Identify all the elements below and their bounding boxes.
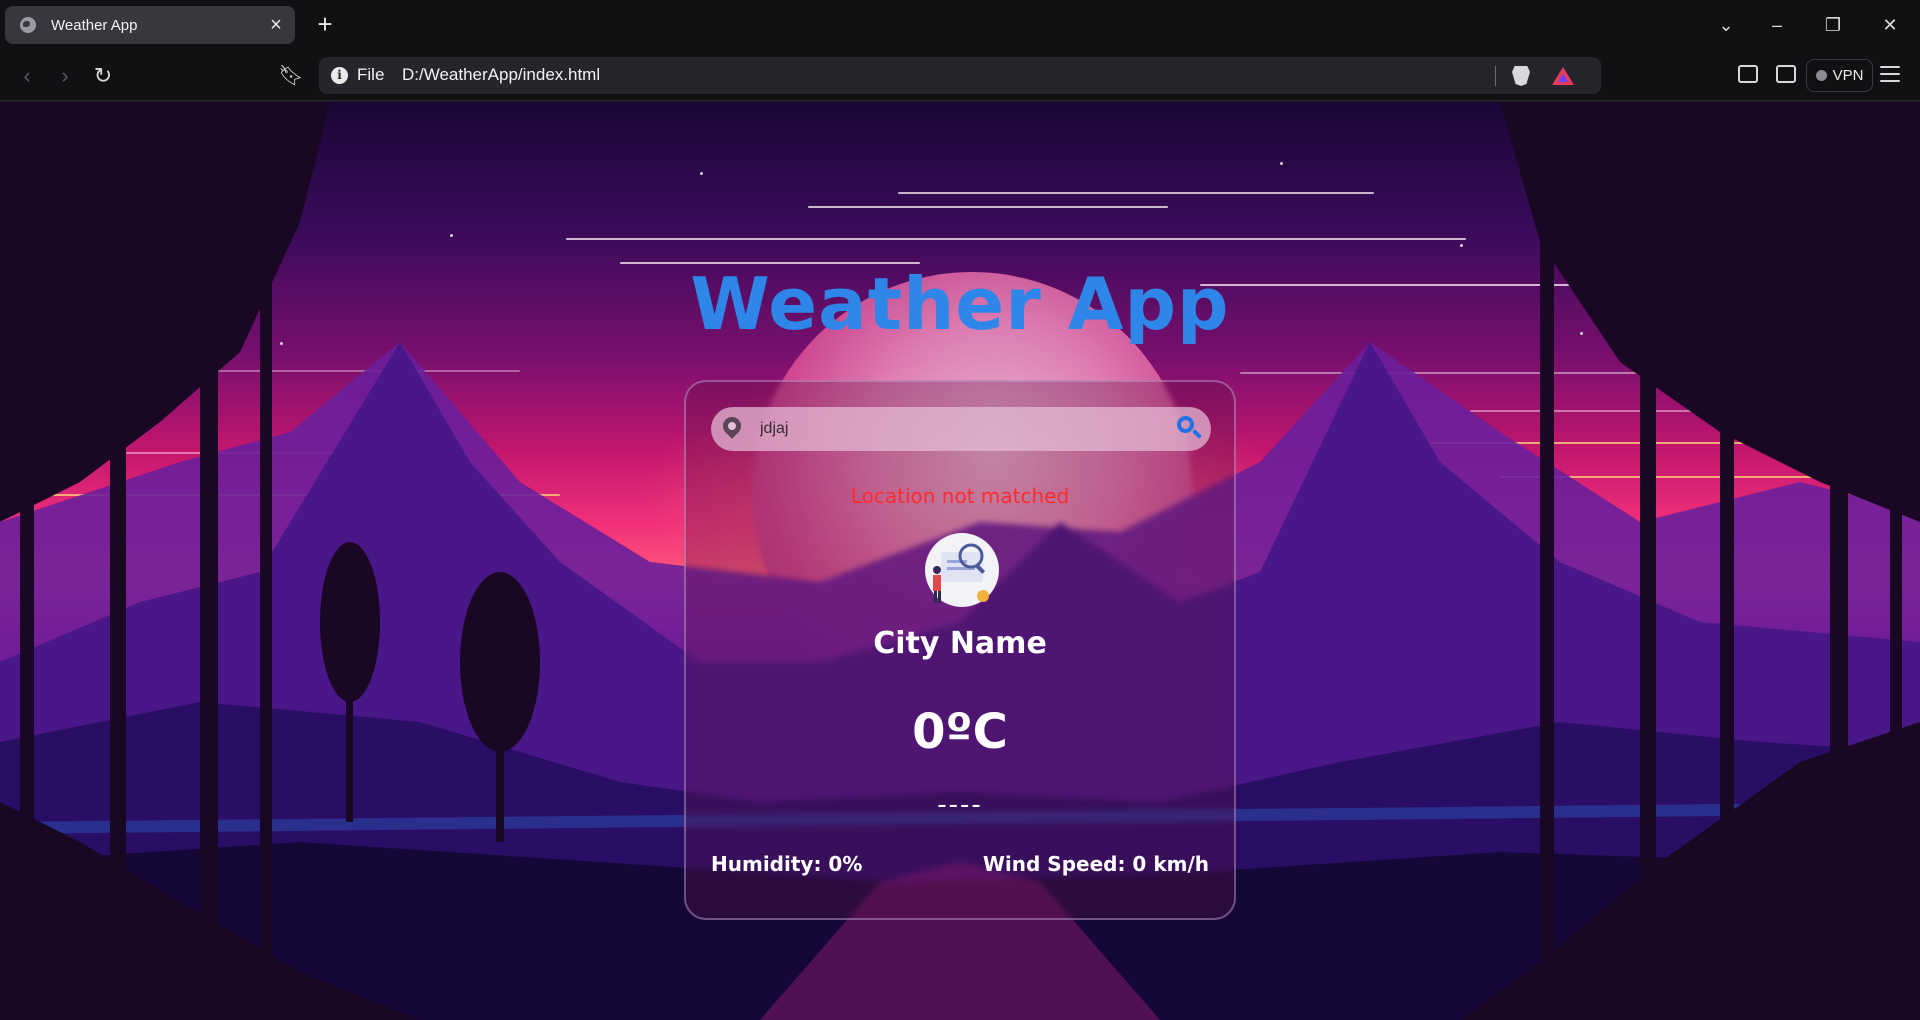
location-pin-icon (719, 413, 745, 439)
city-name: City Name (873, 626, 1047, 661)
browser-toolbar: ‹ › ↻ 🔖︎ i File D:/WeatherApp/index.html… (0, 50, 1920, 101)
error-message: Location not matched (850, 484, 1070, 508)
location-input[interactable] (760, 418, 1160, 440)
vpn-button[interactable]: VPN (1806, 59, 1873, 92)
url-text[interactable]: D:/WeatherApp/index.html (402, 65, 600, 85)
forward-button[interactable]: › (52, 63, 78, 89)
close-tab-icon[interactable]: × (265, 14, 287, 36)
globe-icon (20, 17, 36, 33)
weather-description: ---- (937, 790, 983, 820)
minimize-button[interactable]: – (1757, 10, 1797, 40)
bookmark-icon[interactable]: 🔖︎ (278, 63, 304, 89)
temperature: 0ºC (912, 704, 1008, 760)
vpn-label: VPN (1832, 67, 1864, 84)
wind-speed-readout: Wind Speed: 0 km/h (982, 852, 1209, 876)
address-bar-divider (1495, 66, 1496, 86)
not-found-illustration-icon (925, 533, 999, 607)
app-title: Weather App (690, 262, 1230, 346)
search-icon (1177, 416, 1194, 433)
vpn-status-icon (1815, 70, 1827, 81)
wallet-icon[interactable] (1776, 65, 1796, 83)
humidity-readout: Humidity: 0% (711, 852, 863, 876)
reload-button[interactable]: ↻ (90, 63, 116, 89)
search-button[interactable] (1175, 414, 1203, 442)
weather-card: Location not matched City Name 0ºC ---- … (684, 380, 1236, 920)
url-scheme-label: File (357, 65, 385, 84)
brave-shields-icon[interactable] (1512, 66, 1530, 86)
sidebar-toggle-icon[interactable] (1738, 65, 1758, 83)
close-window-button[interactable]: ✕ (1870, 10, 1910, 40)
restore-button[interactable]: ❐ (1813, 10, 1853, 40)
page-viewport: Weather App Location not matched City Na… (0, 102, 1920, 1020)
brave-rewards-icon[interactable] (1552, 67, 1574, 85)
hamburger-menu-icon[interactable] (1880, 66, 1900, 84)
new-tab-button[interactable]: + (312, 11, 338, 37)
back-button[interactable]: ‹ (14, 63, 40, 89)
browser-titlebar: Weather App × + ⌄ – ❐ ✕ (0, 0, 1920, 50)
tab-search-chevron-icon[interactable]: ⌄ (1706, 10, 1746, 40)
site-info-icon[interactable]: i (331, 67, 348, 84)
tab-title: Weather App (51, 16, 138, 34)
browser-tab[interactable]: Weather App × (5, 6, 295, 44)
address-bar[interactable]: i File D:/WeatherApp/index.html (319, 57, 1601, 94)
search-box (711, 407, 1211, 451)
